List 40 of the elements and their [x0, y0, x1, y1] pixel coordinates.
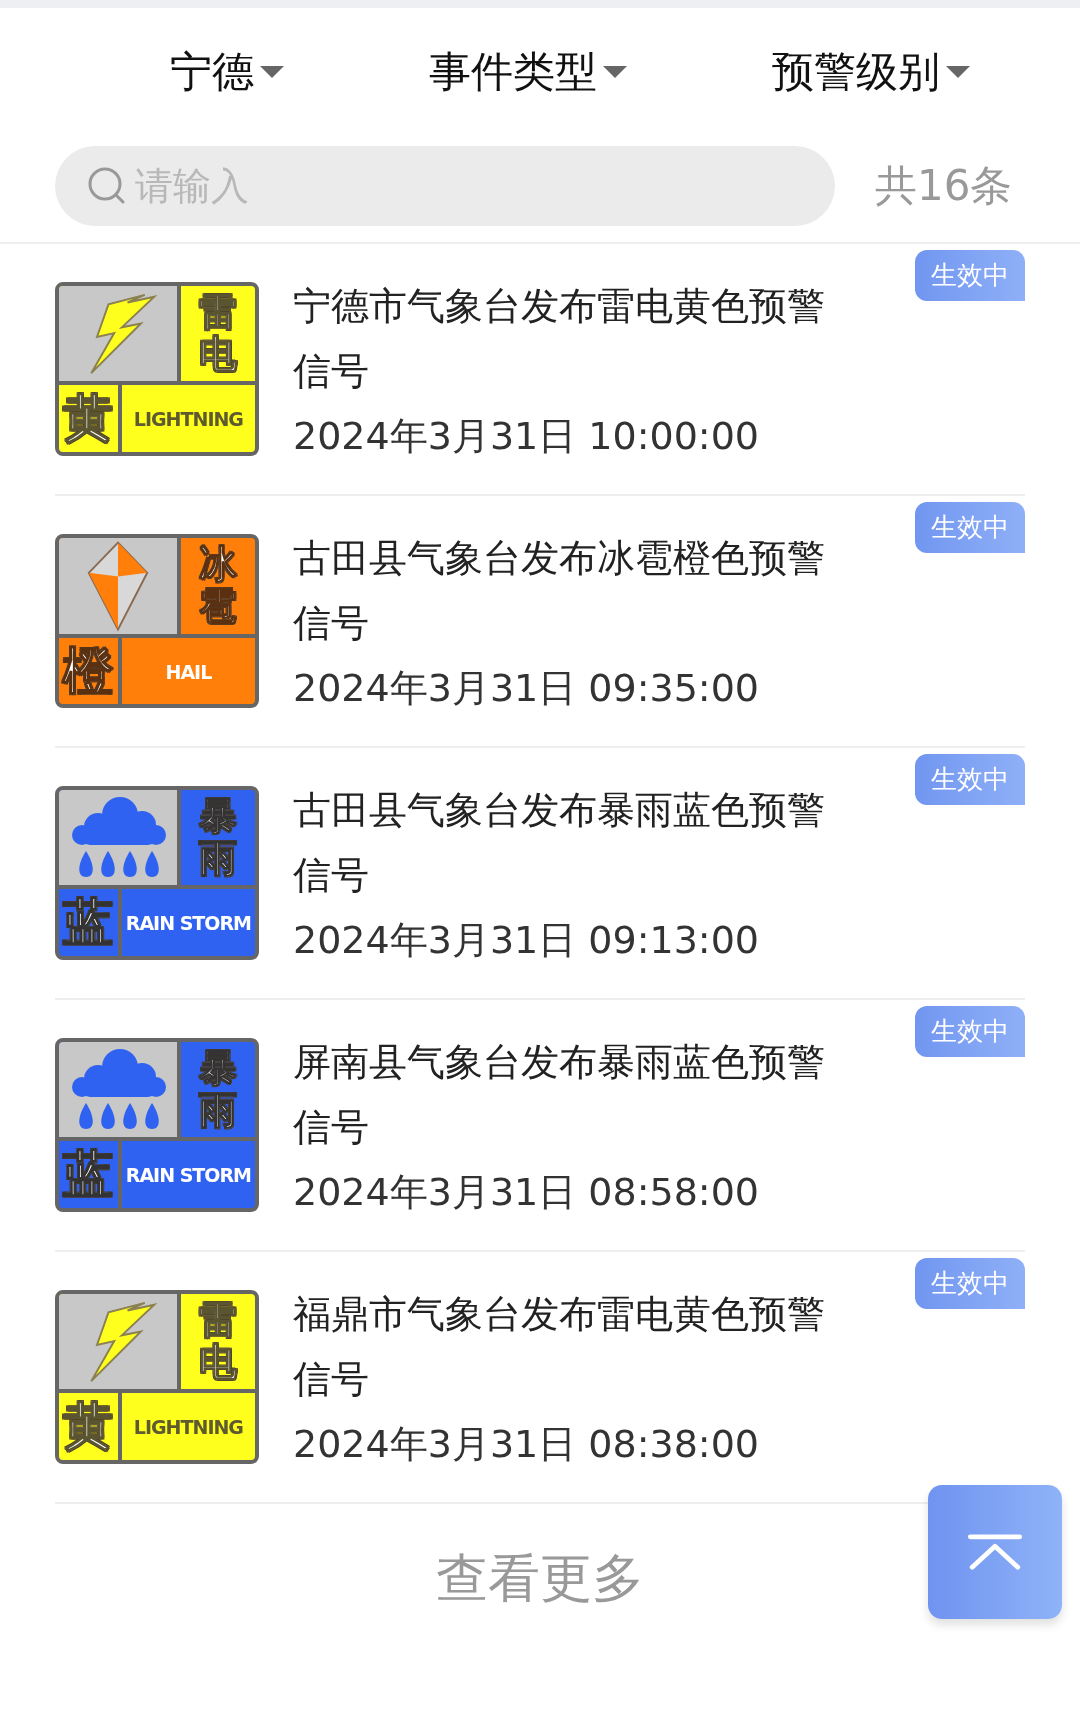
search-icon — [87, 166, 127, 206]
alert-title[interactable]: 宁德市气象台发布雷电黄色预警信号 — [293, 273, 841, 404]
level-label: 蓝 — [59, 889, 122, 956]
level-label: 黄 — [59, 385, 122, 452]
alert-time: 2024年3月31日 08:58:00 — [293, 1168, 760, 1216]
status-tag: 生效中 — [915, 754, 1025, 805]
alert-title[interactable]: 屏南县气象台发布暴雨蓝色预警信号 — [293, 1029, 841, 1160]
caret-icon — [260, 66, 284, 78]
english-label: LIGHTNING — [132, 1414, 244, 1440]
status-tag: 生效中 — [915, 1258, 1025, 1309]
alert-title[interactable]: 古田县气象台发布暴雨蓝色预警信号 — [293, 777, 841, 908]
status-tag: 生效中 — [915, 250, 1025, 301]
caret-icon — [603, 66, 627, 78]
filter-dropdown[interactable]: 宁德 — [170, 44, 284, 100]
level-label: 蓝 — [59, 1141, 122, 1208]
status-tag: 生效中 — [915, 1006, 1025, 1057]
hazard-label: 雷电 — [197, 1296, 238, 1386]
english-label: RAIN STORM — [124, 1162, 253, 1188]
alert-time: 2024年3月31日 09:35:00 — [293, 664, 760, 712]
hazard-label: 暴雨 — [197, 792, 238, 882]
hazard-label: 冰雹 — [197, 541, 238, 630]
filter-dropdown[interactable]: 预警级别 — [772, 44, 970, 100]
level-label: 橙 — [59, 638, 122, 704]
alert-time: 2024年3月31日 10:00:00 — [293, 412, 760, 460]
english-label: HAIL — [164, 659, 213, 685]
alert-title[interactable]: 福鼎市气象台发布雷电黄色预警信号 — [293, 1281, 841, 1412]
alert-title[interactable]: 古田县气象台发布冰雹橙色预警信号 — [293, 525, 841, 656]
caret-icon — [946, 66, 970, 78]
hazard-label: 雷电 — [197, 288, 238, 378]
alert-time: 2024年3月31日 08:38:00 — [293, 1420, 760, 1468]
back-to-top-button[interactable] — [928, 1485, 1062, 1619]
result-count: 共16条 — [875, 160, 1013, 212]
filter-dropdown[interactable]: 事件类型 — [429, 44, 627, 100]
hazard-label: 暴雨 — [197, 1044, 238, 1134]
alert-time: 2024年3月31日 09:13:00 — [293, 916, 760, 964]
status-tag: 生效中 — [915, 502, 1025, 553]
english-label: LIGHTNING — [132, 406, 244, 432]
english-label: RAIN STORM — [124, 910, 253, 936]
level-label: 黄 — [59, 1393, 122, 1460]
back-to-top-icon — [966, 1533, 1024, 1571]
